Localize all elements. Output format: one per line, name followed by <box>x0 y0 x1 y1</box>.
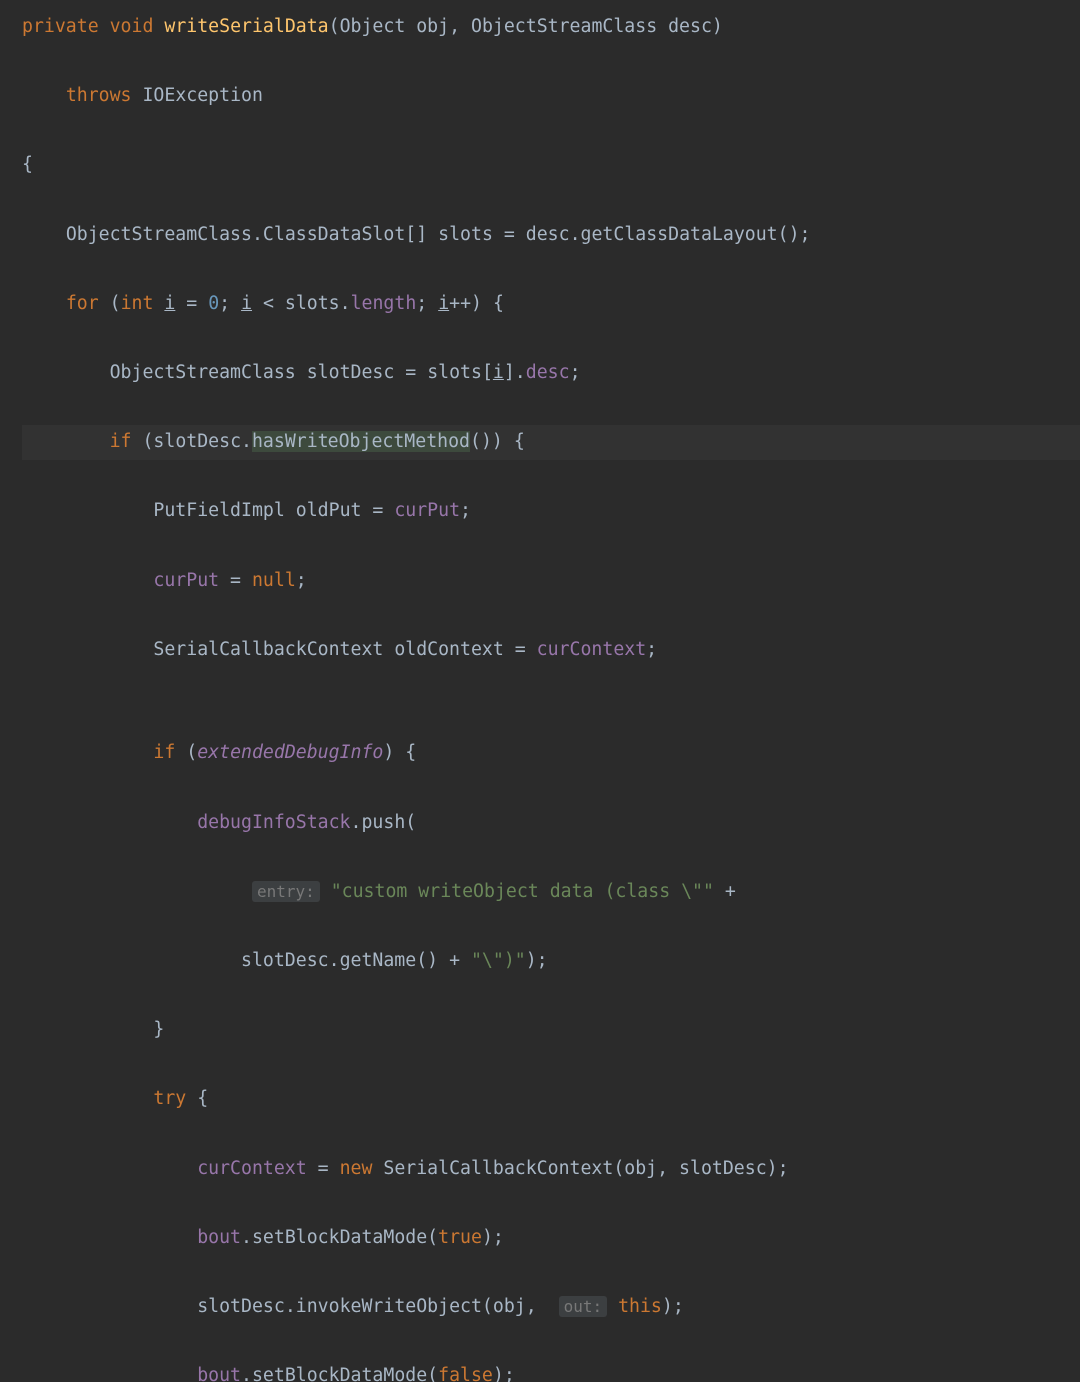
inlay-hint-out: out: <box>559 1296 608 1317</box>
local-slotdesc: slotDesc <box>307 362 395 383</box>
call-invokewriteobject: invokeWriteObject <box>296 1296 482 1317</box>
brace-open: { <box>405 742 416 763</box>
call-getname: getName <box>340 950 417 971</box>
code-line: ObjectStreamClass slotDesc = slots[i].de… <box>22 356 1080 391</box>
selection: hasWrit <box>252 431 329 452</box>
keyword-for: for <box>66 293 99 314</box>
brace-open: { <box>493 293 504 314</box>
type-object: Object <box>340 16 406 37</box>
field-extendeddebuginfo: extendedDebugInfo <box>197 742 383 763</box>
code-line: PutFieldImpl oldPut = curPut; <box>22 494 1080 529</box>
selection: eObjectMethod <box>328 431 470 452</box>
keyword-new: new <box>340 1158 373 1179</box>
call-push: push <box>361 812 405 833</box>
code-line: for (int i = 0; i < slots.length; i++) { <box>22 287 1080 322</box>
keyword-int: int <box>121 293 154 314</box>
code-line: private void writeSerialData(Object obj,… <box>22 10 1080 45</box>
code-line: } <box>22 1013 1080 1048</box>
brace-open: { <box>514 431 525 452</box>
ref-obj: obj <box>624 1158 657 1179</box>
keyword-private: private <box>22 16 99 37</box>
code-line: bout.setBlockDataMode(false); <box>22 1359 1080 1382</box>
local-oldcontext: oldContext <box>394 639 504 660</box>
call-setblockdatamode: setBlockDataMode <box>252 1227 427 1248</box>
code-editor[interactable]: private void writeSerialData(Object obj,… <box>0 0 1080 1382</box>
field-curput: curPut <box>394 500 460 521</box>
code-line: ObjectStreamClass.ClassDataSlot[] slots … <box>22 218 1080 253</box>
var-i: i <box>493 362 504 383</box>
keyword-if: if <box>153 742 175 763</box>
field-bout: bout <box>197 1227 241 1248</box>
ref-slots: slots <box>427 362 482 383</box>
inlay-hint-entry: entry: <box>252 881 320 902</box>
keyword-true: true <box>438 1227 482 1248</box>
string-literal: "\")" <box>471 950 526 971</box>
type-osc: ObjectStreamClass <box>110 362 296 383</box>
call-part1: hasWrit <box>252 431 329 452</box>
call-part2: eObjectMethod <box>328 431 470 452</box>
brace-open: { <box>197 1088 208 1109</box>
number-zero: 0 <box>208 293 219 314</box>
code-line-highlighted: if (slotDesc.hasWriteObjectMethod()) { <box>22 425 1080 460</box>
code-line: slotDesc.getName() + "\")"); <box>22 944 1080 979</box>
code-line: try { <box>22 1082 1080 1117</box>
field-curcontext: curContext <box>197 1158 307 1179</box>
code-line: slotDesc.invokeWriteObject(obj, out: thi… <box>22 1290 1080 1325</box>
param-desc: desc <box>668 16 712 37</box>
field-desc: desc <box>526 362 570 383</box>
code-line: { <box>22 148 1080 183</box>
ref-slotdesc: slotDesc <box>679 1158 767 1179</box>
ref-slotdesc: slotDesc <box>241 950 329 971</box>
ref-desc: desc <box>526 224 570 245</box>
op-plus: + <box>449 950 460 971</box>
code-line: entry: "custom writeObject data (class \… <box>22 875 1080 910</box>
type-classdataslot: ClassDataSlot <box>263 224 405 245</box>
code-line: bout.setBlockDataMode(true); <box>22 1221 1080 1256</box>
keyword-false: false <box>438 1365 493 1382</box>
var-i: i <box>438 293 449 314</box>
call-setblockdatamode: setBlockDataMode <box>252 1365 427 1382</box>
var-i: i <box>241 293 252 314</box>
type-scc: SerialCallbackContext <box>383 1158 613 1179</box>
type-osc: ObjectStreamClass <box>471 16 657 37</box>
code-line: throws IOException <box>22 79 1080 114</box>
param-obj: obj <box>416 16 449 37</box>
field-bout: bout <box>197 1365 241 1382</box>
string-literal: "custom writeObject data (class \"" <box>331 881 714 902</box>
brace-open: { <box>22 154 33 175</box>
keyword-try: try <box>153 1088 186 1109</box>
keyword-this: this <box>618 1296 662 1317</box>
field-curcontext: curContext <box>537 639 647 660</box>
keyword-void: void <box>110 16 154 37</box>
field-debuginfostack: debugInfoStack <box>197 812 350 833</box>
code-line: curPut = null; <box>22 564 1080 599</box>
ref-obj: obj <box>493 1296 526 1317</box>
type-putfieldimpl: PutFieldImpl <box>153 500 284 521</box>
call-getclassdatalayout: getClassDataLayout <box>581 224 778 245</box>
code-line: SerialCallbackContext oldContext = curCo… <box>22 633 1080 668</box>
code-line: if (extendedDebugInfo) { <box>22 736 1080 771</box>
code-line: debugInfoStack.push( <box>22 806 1080 841</box>
keyword-if: if <box>110 431 132 452</box>
method-name: writeSerialData <box>164 16 328 37</box>
ref-slotdesc: slotDesc <box>153 431 241 452</box>
type-ioexception: IOException <box>142 85 262 106</box>
brace-close: } <box>153 1019 164 1040</box>
op-plusplus: ++ <box>449 293 471 314</box>
local-oldput: oldPut <box>296 500 362 521</box>
var-i: i <box>164 293 175 314</box>
type-scc: SerialCallbackContext <box>153 639 383 660</box>
keyword-null: null <box>252 570 296 591</box>
field-curput: curPut <box>153 570 219 591</box>
op-plus: + <box>725 881 736 902</box>
keyword-throws: throws <box>66 85 132 106</box>
field-length: length <box>351 293 417 314</box>
local-slots: slots <box>438 224 493 245</box>
ref-slotdesc: slotDesc <box>197 1296 285 1317</box>
ref-slots: slots <box>285 293 340 314</box>
code-line: curContext = new SerialCallbackContext(o… <box>22 1152 1080 1187</box>
type-osc: ObjectStreamClass <box>66 224 252 245</box>
